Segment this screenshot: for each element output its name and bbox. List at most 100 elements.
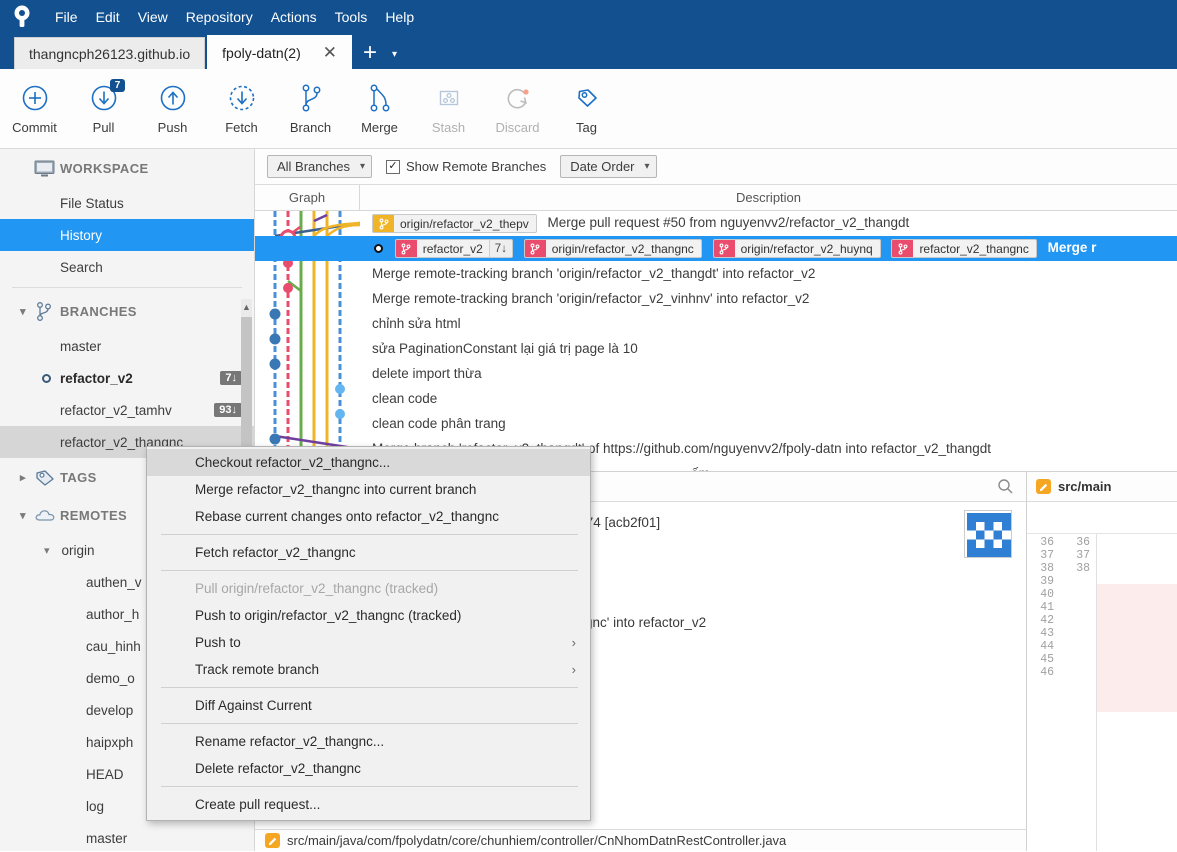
sidebar-item-label: haipxph [86,734,134,750]
scroll-up-icon[interactable]: ▲ [241,299,252,315]
context-menu-item-push-to[interactable]: Push to › [147,629,590,656]
close-icon[interactable]: ✕ [323,44,337,61]
new-tab-button[interactable]: + [354,41,386,69]
sidebar-item-label: File Status [60,195,124,211]
branch-filter-dropdown[interactable]: All Branches ▾ [267,155,373,178]
menu-file[interactable]: File [46,5,87,29]
table-row[interactable]: origin/refactor_v2_thepv Merge pull requ… [255,211,1177,236]
diff-line [1097,648,1177,664]
menu-repository[interactable]: Repository [177,5,262,29]
context-menu-item-checkout[interactable]: Checkout refactor_v2_thangnc... [147,449,590,476]
pull-button[interactable]: 7 Pull [69,77,138,135]
table-row[interactable]: Merge remote-tracking branch 'origin/ref… [255,261,1177,286]
branch-button[interactable]: Branch [276,77,345,135]
context-menu-item-delete[interactable]: Delete refactor_v2_thangnc [147,755,590,782]
diff-line [1097,680,1177,696]
context-menu-label: Create pull request... [195,797,321,812]
menu-help[interactable]: Help [376,5,423,29]
context-menu-item-track-remote[interactable]: Track remote branch › [147,656,590,683]
chevron-down-icon[interactable]: ▾ [12,305,34,318]
search-icon[interactable] [997,478,1014,495]
line-number: 45 [1040,653,1054,666]
chevron-down-icon[interactable]: ▾ [386,49,406,69]
context-menu-item-push-tracked[interactable]: Push to origin/refactor_v2_thangnc (trac… [147,602,590,629]
line-number [1060,653,1090,666]
tag-button[interactable]: Tag [552,77,621,135]
row-graph-cell [255,261,360,286]
sidebar-item-branch-refactor-v2[interactable]: refactor_v2 7↓ [0,362,254,394]
push-button[interactable]: Push [138,77,207,135]
table-row[interactable]: Merge remote-tracking branch 'origin/ref… [255,286,1177,311]
tab-thangncph26123-github-io[interactable]: thangncph26123.github.io [14,37,206,69]
sidebar-section-title: TAGS [60,469,97,485]
menu-edit[interactable]: Edit [87,5,129,29]
row-graph-cell [255,286,360,311]
context-menu-item-rebase[interactable]: Rebase current changes onto refactor_v2_… [147,503,590,530]
discard-button[interactable]: Discard [483,77,552,135]
line-number: 41 [1040,601,1054,614]
ref-label[interactable]: refactor_v2_thangnc [891,239,1037,258]
chevron-down-icon[interactable]: ▾ [44,544,50,557]
context-menu-item-rename[interactable]: Rename refactor_v2_thangnc... [147,728,590,755]
menu-actions[interactable]: Actions [262,5,326,29]
diff-body[interactable]: 36 37 38 39 40 41 42 43 44 45 46 36 37 3… [1027,534,1177,851]
line-number: 39 [1040,575,1054,588]
arrow-down-dashed-circle-icon [227,77,257,119]
changed-file-row[interactable]: src/main/java/com/fpolydatn/core/chunhie… [255,829,1026,851]
table-row[interactable]: refactor_v2 7↓ origin/refactor_v2_thangn… [255,236,1177,261]
context-menu-item-merge[interactable]: Merge refactor_v2_thangnc into current b… [147,476,590,503]
context-menu-item-create-pull-request[interactable]: Create pull request... [147,791,590,818]
ref-label[interactable]: origin/refactor_v2_huynq [712,239,881,258]
branch-context-menu[interactable]: Checkout refactor_v2_thangnc... Merge re… [146,446,591,821]
menu-bar: File Edit View Repository Actions Tools … [0,0,1177,33]
menu-view[interactable]: View [129,5,177,29]
ref-label-text: refactor_v2 [422,241,483,256]
show-remote-branches-checkbox[interactable]: ✓ Show Remote Branches [386,159,546,174]
context-menu-item-fetch[interactable]: Fetch refactor_v2_thangnc [147,539,590,566]
stash-button[interactable]: Stash [414,77,483,135]
avatar [964,510,1012,558]
ref-label[interactable]: origin/refactor_v2_thepv [372,214,537,233]
table-row[interactable]: clean code [255,386,1177,411]
tab-fpoly-datn[interactable]: fpoly-datn(2) ✕ [207,35,352,69]
table-row[interactable]: chỉnh sửa html [255,311,1177,336]
line-number: 46 [1040,666,1054,679]
commit-list[interactable]: origin/refactor_v2_thepv Merge pull requ… [255,211,1177,471]
ref-label[interactable]: refactor_v2 7↓ [394,239,513,258]
menu-tools[interactable]: Tools [326,5,377,29]
checkbox-icon: ✓ [386,159,401,174]
sidebar-item-history[interactable]: History [0,219,254,251]
chevron-down-icon[interactable]: ▾ [12,509,34,522]
context-menu-label: Pull origin/refactor_v2_thangnc (tracked… [195,581,439,596]
sidebar-section-branches[interactable]: ▾ BRANCHES [0,292,254,330]
sidebar-item-label: master [86,830,128,846]
scrollbar-thumb[interactable] [241,317,252,467]
commit-button[interactable]: Commit [0,77,69,135]
ref-ahead-count: 7↓ [488,240,512,257]
table-row[interactable]: sửa PaginationConstant lại giá trị page … [255,336,1177,361]
column-description[interactable]: Description [360,190,1177,205]
sidebar-item-branch-master[interactable]: master [0,330,254,362]
table-row[interactable]: clean code phân trang [255,411,1177,436]
row-description: chỉnh sửa html [372,316,461,331]
log-column-header: Graph Description [255,184,1177,211]
sidebar-section-workspace[interactable]: WORKSPACE [0,149,254,187]
column-graph[interactable]: Graph [255,184,360,211]
sidebar-item-branch-refactor-v2-tamhv[interactable]: refactor_v2_tamhv 93↓ [0,394,254,426]
diff-line [1097,696,1177,712]
fetch-button[interactable]: Fetch [207,77,276,135]
ref-label[interactable]: origin/refactor_v2_thangnc [523,239,702,258]
sidebar-item-search[interactable]: Search [0,251,254,283]
sidebar-remote-branch[interactable]: master [0,822,254,851]
merge-button[interactable]: Merge [345,77,414,135]
sidebar-item-file-status[interactable]: File Status [0,187,254,219]
context-menu-item-diff-against-current[interactable]: Diff Against Current [147,692,590,719]
table-row[interactable]: delete import thừa [255,361,1177,386]
tag-icon [34,467,60,487]
chevron-right-icon[interactable]: ▸ [12,471,34,484]
ref-label-text: origin/refactor_v2_thangnc [551,241,694,256]
chevron-right-icon: › [571,662,576,677]
plus-circle-icon [20,77,50,119]
diff-panel: src/main 36 37 38 39 40 41 42 43 44 45 4… [1027,472,1177,851]
order-dropdown[interactable]: Date Order ▾ [560,155,657,178]
